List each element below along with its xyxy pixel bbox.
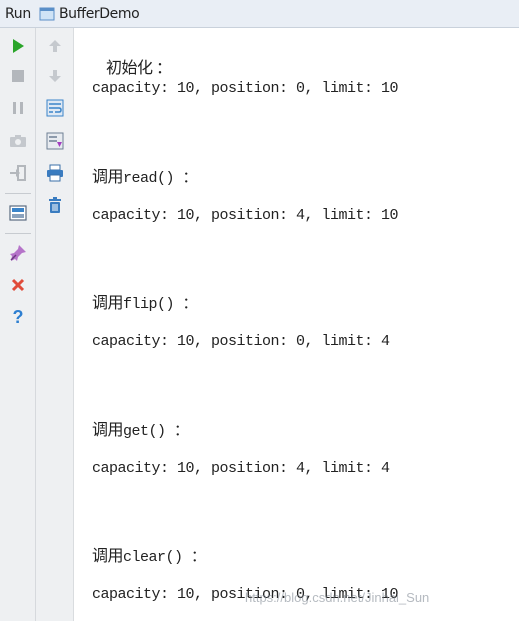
scroll-to-end-button[interactable] bbox=[43, 129, 67, 153]
soft-wraps-button[interactable] bbox=[43, 96, 67, 120]
console-line-clear-header: 调用clear() ： bbox=[92, 542, 206, 566]
login-icon bbox=[10, 165, 26, 181]
console-line-flip-values: capacity: 10, position: 0, limit: 4 bbox=[92, 333, 390, 350]
print-button[interactable] bbox=[43, 161, 67, 185]
console-line-cjk: 调用 bbox=[92, 295, 124, 312]
console-line-text: 初始化 ： bbox=[106, 60, 172, 77]
close-button[interactable] bbox=[6, 273, 30, 297]
console-line-cjk: 调用 bbox=[92, 422, 124, 439]
help-icon: ? bbox=[13, 308, 24, 326]
console-line-cjk: 调用 bbox=[92, 548, 124, 565]
toolbar-separator bbox=[5, 233, 31, 234]
clear-all-button[interactable] bbox=[43, 193, 67, 217]
scroll-to-end-icon bbox=[46, 132, 64, 150]
toolbar-separator bbox=[5, 193, 31, 194]
up-trace-button[interactable] bbox=[43, 34, 67, 58]
console-line-read-values: capacity: 10, position: 4, limit: 10 bbox=[92, 207, 399, 224]
stop-button[interactable] bbox=[6, 64, 30, 88]
up-arrow-icon bbox=[49, 40, 61, 52]
svg-text:?: ? bbox=[13, 308, 24, 326]
console-line-init-values: capacity: 10, position: 0, limit: 10 bbox=[92, 80, 399, 97]
console-line-code: flip() ： bbox=[123, 296, 198, 313]
watermark-url: https://blog.csdn.net/Jinhai_Sun bbox=[245, 590, 430, 605]
down-trace-button[interactable] bbox=[43, 64, 67, 88]
run-config-tab[interactable]: BufferDemo bbox=[39, 5, 140, 22]
run-icon bbox=[13, 39, 24, 53]
soft-wrap-icon bbox=[46, 99, 64, 117]
console-toolbar bbox=[36, 28, 74, 621]
console-line-read-header: 调用read() ： bbox=[92, 163, 198, 187]
layout-button[interactable] bbox=[6, 201, 30, 225]
down-arrow-icon bbox=[49, 70, 61, 82]
left-toolbar: ? bbox=[0, 28, 36, 621]
help-button[interactable]: ? bbox=[6, 305, 30, 329]
console-line-get-values: capacity: 10, position: 4, limit: 4 bbox=[92, 460, 390, 477]
close-icon bbox=[11, 278, 25, 292]
run-label: Run bbox=[5, 5, 31, 22]
run-config-icon bbox=[39, 7, 55, 20]
rerun-button[interactable] bbox=[6, 34, 30, 58]
dump-threads-button[interactable] bbox=[6, 129, 30, 153]
stop-icon bbox=[12, 70, 24, 82]
console-line-code: read() ： bbox=[123, 170, 198, 187]
pause-icon bbox=[13, 102, 23, 114]
pause-button[interactable] bbox=[6, 96, 30, 120]
console-line-flip-header: 调用flip() ： bbox=[92, 289, 198, 313]
run-config-tab-label: BufferDemo bbox=[58, 5, 140, 22]
console-line-code: clear() ： bbox=[123, 549, 206, 566]
restore-layout-button[interactable] bbox=[6, 161, 30, 185]
print-icon bbox=[47, 164, 63, 182]
trash-icon bbox=[49, 197, 61, 213]
camera-icon bbox=[10, 135, 26, 147]
pin-icon bbox=[10, 245, 26, 261]
console-output[interactable]: 初始化 ： capacity: 10, position: 0, limit: … bbox=[74, 28, 519, 621]
layout-icon bbox=[9, 205, 27, 221]
console-line-code: get() ： bbox=[123, 423, 189, 440]
run-toolwindow-header: Run BufferDemo bbox=[0, 0, 519, 28]
pin-tab-button[interactable] bbox=[6, 241, 30, 265]
console-line-cjk: 调用 bbox=[92, 169, 124, 186]
console-line-get-header: 调用get() ： bbox=[92, 416, 189, 440]
